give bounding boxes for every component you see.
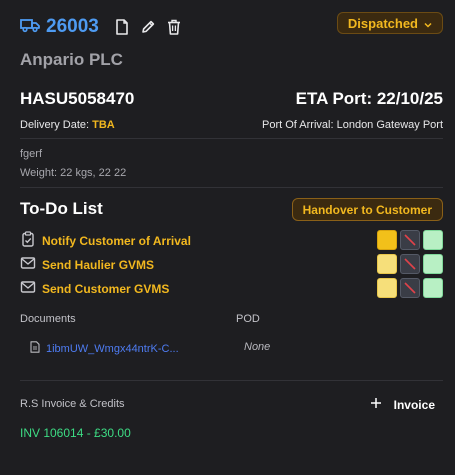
todo-status-boxes <box>377 230 443 250</box>
invoice-button-label: Invoice <box>393 397 435 412</box>
todo-status-boxes <box>377 278 443 298</box>
company-name: Anpario PLC <box>20 50 123 69</box>
status-na-box[interactable] <box>400 278 420 298</box>
delivery-date: Delivery Date: TBA <box>20 119 115 131</box>
todo-label[interactable]: Send Customer GVMS <box>42 282 169 296</box>
invoice-section-label: R.S Invoice & Credits <box>20 398 125 410</box>
delivery-date-label: Delivery Date: <box>20 119 90 131</box>
note-text: fgerf <box>20 148 43 160</box>
divider <box>20 138 443 139</box>
port-label: Port Of Arrival: <box>262 119 334 131</box>
todo-item: Send Haulier GVMS <box>20 254 443 276</box>
status-na-box[interactable] <box>400 254 420 274</box>
document-icon[interactable] <box>111 16 133 38</box>
file-icon <box>30 341 46 356</box>
document-filename: 1ibmUW_Wmgx44ntrK-C... <box>46 342 179 355</box>
job-number[interactable]: 26003 <box>46 16 99 38</box>
mail-icon <box>20 279 42 300</box>
pencil-icon[interactable] <box>137 16 159 38</box>
todo-title: To-Do List <box>20 199 103 218</box>
chevron-down-icon <box>424 16 432 31</box>
status-pending-box[interactable] <box>377 230 397 250</box>
status-pending-box[interactable] <box>377 254 397 274</box>
status-pending-box[interactable] <box>377 278 397 298</box>
truck-icon <box>20 17 44 38</box>
status-label: Dispatched <box>347 15 418 31</box>
trash-icon[interactable] <box>163 16 185 38</box>
mail-icon <box>20 255 42 276</box>
port-value: London Gateway Port <box>336 119 443 131</box>
todo-label[interactable]: Send Haulier GVMS <box>42 258 154 272</box>
todo-item: Notify Customer of Arrival <box>20 230 443 252</box>
handover-button[interactable]: Handover to Customer <box>291 198 443 221</box>
status-na-box[interactable] <box>400 230 420 250</box>
divider <box>20 187 443 188</box>
container-id: HASU5058470 <box>20 89 135 108</box>
status-dropdown[interactable]: Dispatched <box>336 12 443 34</box>
todo-status-boxes <box>377 254 443 274</box>
todo-label[interactable]: Notify Customer of Arrival <box>42 234 191 248</box>
clipboard-icon <box>20 230 42 252</box>
port-of-arrival: Port Of Arrival: London Gateway Port <box>262 119 443 131</box>
pod-label: POD <box>236 313 260 325</box>
job-card: 26003 Dispatched Anpario PLC HASU5058470… <box>0 0 455 475</box>
weight-text: Weight: 22 kgs, 22 22 <box>20 167 127 179</box>
document-link[interactable]: 1ibmUW_Wmgx44ntrK-C... <box>30 341 179 356</box>
delivery-date-value: TBA <box>92 119 115 131</box>
divider <box>20 380 443 381</box>
status-done-box[interactable] <box>423 278 443 298</box>
documents-label: Documents <box>20 313 76 325</box>
add-invoice-button[interactable]: Invoice <box>370 397 435 412</box>
status-done-box[interactable] <box>423 230 443 250</box>
todo-item: Send Customer GVMS <box>20 278 443 300</box>
plus-icon <box>370 397 382 412</box>
status-done-box[interactable] <box>423 254 443 274</box>
invoice-line[interactable]: INV 106014 - £30.00 <box>20 426 131 440</box>
eta-port: ETA Port: 22/10/25 <box>295 89 443 108</box>
pod-value: None <box>244 341 271 353</box>
